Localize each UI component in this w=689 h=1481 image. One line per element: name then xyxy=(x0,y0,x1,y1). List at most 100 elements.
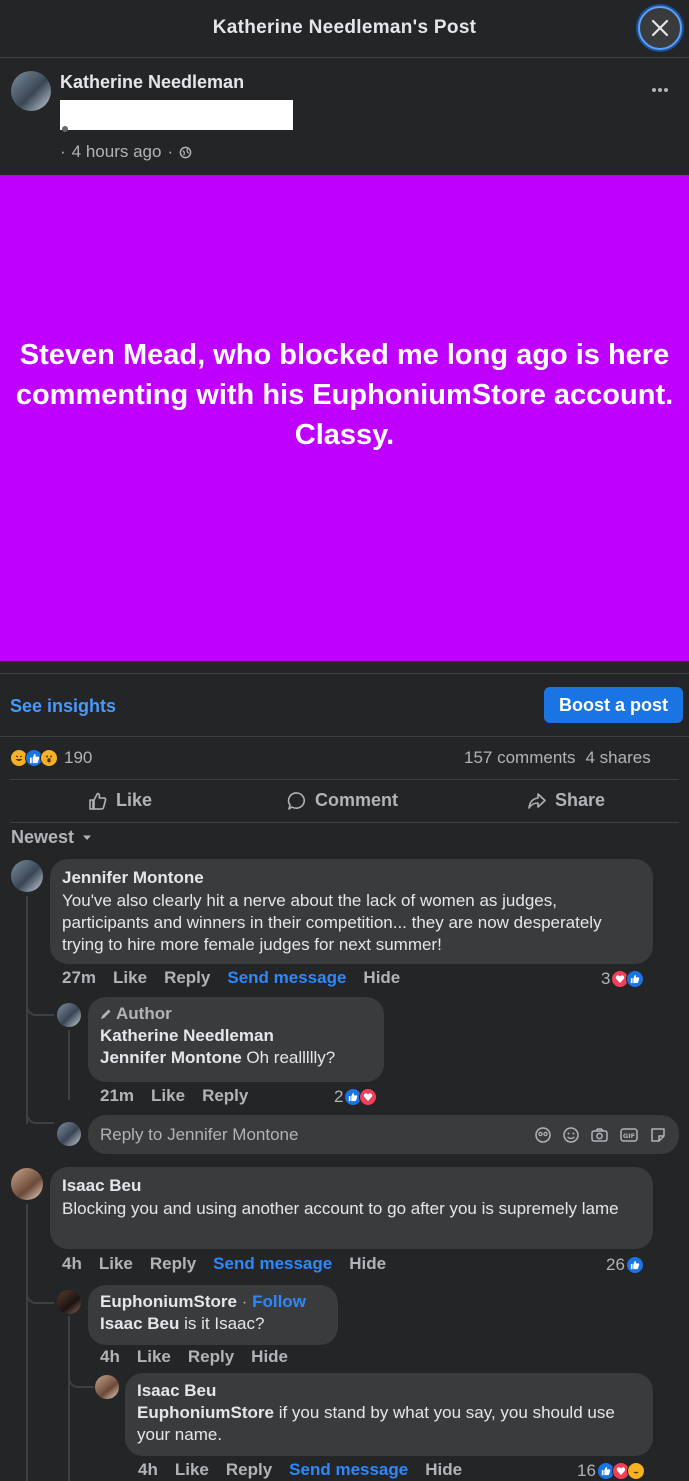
comment-text: is it Isaac? xyxy=(184,1314,265,1333)
comment-reply-button[interactable]: Reply xyxy=(164,968,210,988)
see-insights-link[interactable]: See insights xyxy=(10,696,116,717)
pencil-icon xyxy=(101,1009,111,1019)
post-author-name[interactable]: Katherine Needleman xyxy=(60,72,244,93)
like-reaction-icon xyxy=(626,970,645,988)
thread-line xyxy=(26,1204,28,1481)
reaction-summary[interactable]: 190 xyxy=(10,748,92,768)
mention[interactable]: Jennifer Montone xyxy=(100,1048,242,1067)
more-options-button[interactable] xyxy=(646,82,672,100)
comment-button[interactable]: Comment xyxy=(287,790,398,811)
divider xyxy=(10,779,679,780)
comment-time[interactable]: 27m xyxy=(62,968,96,988)
reply-avatar[interactable] xyxy=(95,1375,119,1399)
follow-button[interactable]: Follow xyxy=(252,1292,306,1311)
share-icon xyxy=(528,792,546,809)
reply-actions: 4h Like Reply Send message Hide xyxy=(138,1460,462,1480)
gif-icon[interactable]: GIF xyxy=(619,1126,639,1144)
sticker-icon[interactable] xyxy=(649,1126,667,1144)
comment-reactions[interactable]: 16 xyxy=(577,1461,645,1481)
commenter-avatar[interactable] xyxy=(11,860,43,892)
reaction-count: 190 xyxy=(64,748,93,767)
input-tools: GIF xyxy=(534,1126,667,1144)
comment-hide-button[interactable]: Hide xyxy=(425,1460,462,1480)
dot-separator: · xyxy=(241,1292,248,1311)
emoji-icon[interactable] xyxy=(562,1126,580,1144)
reply-bubble: EuphoniumStore · Follow Isaac Beu is it … xyxy=(88,1285,338,1345)
page-title: Katherine Needleman's Post xyxy=(212,17,477,38)
thread-connector xyxy=(26,1000,54,1016)
comment-like-button[interactable]: Like xyxy=(113,968,147,988)
send-message-button[interactable]: Send message xyxy=(227,968,346,988)
comment-reply-button[interactable]: Reply xyxy=(150,1254,196,1274)
comment-time[interactable]: 4h xyxy=(138,1460,158,1480)
comment-time[interactable]: 4h xyxy=(100,1347,120,1367)
sort-dropdown[interactable]: Newest xyxy=(11,827,92,848)
send-message-button[interactable]: Send message xyxy=(289,1460,408,1480)
comment-time[interactable]: 4h xyxy=(62,1254,82,1274)
comment-bubble: Jennifer Montone You've also clearly hit… xyxy=(50,859,653,964)
author-badge-label: Author xyxy=(116,1004,172,1023)
send-message-button[interactable]: Send message xyxy=(213,1254,332,1274)
comment-reaction-count: 16 xyxy=(577,1461,596,1480)
comment-reaction-count: 26 xyxy=(606,1255,625,1274)
comment-like-button[interactable]: Like xyxy=(99,1254,133,1274)
author-avatar[interactable] xyxy=(11,71,51,111)
camera-icon[interactable] xyxy=(590,1126,609,1144)
boost-post-button[interactable]: Boost a post xyxy=(544,687,683,723)
comment-reaction-count: 3 xyxy=(601,969,611,988)
commenter-name[interactable]: Jennifer Montone xyxy=(62,868,641,888)
commenter-name[interactable]: Isaac Beu xyxy=(137,1381,641,1401)
divider xyxy=(0,736,689,737)
commenter-name[interactable]: Katherine Needleman xyxy=(100,1026,372,1046)
divider xyxy=(10,822,679,823)
comment-icon xyxy=(287,791,306,810)
share-button[interactable]: Share xyxy=(527,790,605,811)
wow-reaction-icon xyxy=(40,749,58,767)
shares-count[interactable]: 4 shares xyxy=(586,748,651,768)
haha-reaction-icon xyxy=(626,1462,645,1480)
reply-bubble: Isaac Beu EuphoniumStore if you stand by… xyxy=(125,1373,653,1456)
like-reaction-icon xyxy=(625,1256,644,1274)
comment-hide-button[interactable]: Hide xyxy=(349,1254,386,1274)
avatar-sticker-icon[interactable] xyxy=(534,1126,552,1144)
comment-like-button[interactable]: Like xyxy=(175,1460,209,1480)
comment-hide-button[interactable]: Hide xyxy=(363,968,400,988)
share-label: Share xyxy=(555,790,606,810)
close-icon xyxy=(651,19,669,37)
comment-label: Comment xyxy=(315,790,399,810)
comment-reactions[interactable]: 3 xyxy=(601,969,645,989)
post-text: Steven Mead, who blocked me long ago is … xyxy=(15,339,674,451)
commenter-avatar[interactable] xyxy=(11,1168,43,1200)
like-icon xyxy=(89,792,107,810)
comment-reactions[interactable]: 26 xyxy=(606,1255,644,1275)
engagement-stats: 157 comments 4 shares xyxy=(464,748,651,768)
comment-time[interactable]: 21m xyxy=(100,1086,134,1106)
post-time[interactable]: 4 hours ago xyxy=(72,142,162,162)
mention[interactable]: EuphoniumStore xyxy=(137,1403,274,1422)
comment-reactions[interactable]: 2 xyxy=(334,1087,378,1107)
thread-connector xyxy=(68,1372,94,1388)
comments-count[interactable]: 157 comments xyxy=(464,748,576,768)
close-button[interactable] xyxy=(638,6,682,50)
reply-avatar[interactable] xyxy=(57,1290,81,1314)
mention[interactable]: Isaac Beu xyxy=(100,1314,179,1333)
comment-like-button[interactable]: Like xyxy=(137,1347,171,1367)
comment-reply-button[interactable]: Reply xyxy=(226,1460,272,1480)
commenter-name[interactable]: Isaac Beu xyxy=(62,1176,641,1196)
thread-connector xyxy=(26,1288,54,1304)
redacted-block xyxy=(60,100,293,130)
reply-input-placeholder: Reply to Jennifer Montone xyxy=(100,1124,299,1144)
divider xyxy=(0,673,689,674)
comment-reply-button[interactable]: Reply xyxy=(188,1347,234,1367)
reply-avatar[interactable] xyxy=(57,1003,81,1027)
reply-input-field[interactable]: Reply to Jennifer Montone GIF xyxy=(88,1115,679,1154)
comment-reply-button[interactable]: Reply xyxy=(202,1086,248,1106)
comment-text: Blocking you and using another account t… xyxy=(62,1199,619,1218)
post-header: Katherine Needleman's Post xyxy=(0,0,689,58)
comment-hide-button[interactable]: Hide xyxy=(251,1347,288,1367)
comment-like-button[interactable]: Like xyxy=(151,1086,185,1106)
comment-actions: 4h Like Reply Send message Hide xyxy=(62,1254,386,1274)
commenter-name[interactable]: EuphoniumStore xyxy=(100,1292,237,1311)
my-avatar xyxy=(57,1122,81,1146)
like-button[interactable]: Like xyxy=(88,790,152,811)
